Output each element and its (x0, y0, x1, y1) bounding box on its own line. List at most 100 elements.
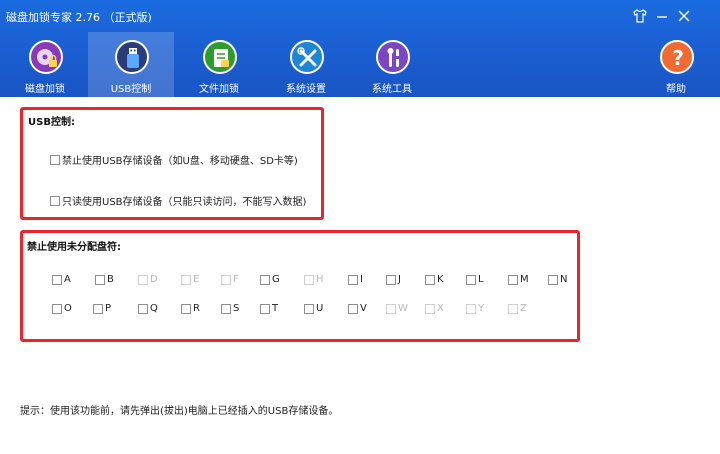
drive-checkbox[interactable] (221, 303, 231, 314)
close-icon[interactable] (676, 8, 692, 24)
drive-letter-label: A (64, 274, 71, 285)
drive-checkbox (138, 274, 148, 285)
tools-icon (290, 40, 324, 74)
drive-option-q[interactable]: Q (138, 303, 158, 314)
drive-section-title: 禁止使用未分配盘符: (27, 242, 121, 253)
drive-letter-label: V (360, 303, 367, 314)
drive-option-j[interactable]: J (386, 274, 401, 285)
drive-checkbox (221, 274, 231, 285)
drive-option-w: W (386, 303, 408, 314)
drive-option-k[interactable]: K (425, 274, 444, 285)
drive-checkbox[interactable] (52, 303, 62, 314)
shirt-icon[interactable] (632, 8, 648, 24)
drive-letter-label: N (560, 274, 568, 285)
nav-system-tools[interactable]: 系统工具 (349, 32, 435, 97)
drive-checkbox[interactable] (181, 303, 191, 314)
drive-checkbox[interactable] (466, 274, 476, 285)
drive-letter-label: W (398, 303, 408, 314)
drive-option-f: F (221, 274, 239, 285)
nav-usb-control[interactable]: USB控制 (88, 32, 174, 97)
drive-letter-label: P (105, 303, 112, 314)
drive-option-s[interactable]: S (221, 303, 239, 314)
drive-checkbox[interactable] (386, 274, 396, 285)
drive-checkbox[interactable] (52, 274, 62, 285)
drive-checkbox[interactable] (508, 274, 518, 285)
usb-block-option[interactable]: 禁止使用USB存储设备（如U盘、移动硬盘、SD卡等) (50, 152, 298, 167)
drive-letter-label: B (107, 274, 114, 285)
drive-checkbox[interactable] (260, 274, 270, 285)
drive-letter-label: O (64, 303, 72, 314)
nav-help[interactable]: ? 帮助 (633, 32, 719, 97)
drive-option-e: E (181, 274, 199, 285)
drive-checkbox[interactable] (348, 274, 358, 285)
usb-readonly-option[interactable]: 只读使用USB存储设备（只能只读访问，不能写入数据) (50, 193, 306, 208)
drive-letter-label: L (478, 274, 484, 285)
drive-letter-label: J (398, 274, 401, 285)
drive-letter-label: E (193, 274, 200, 285)
file-lock-icon (203, 40, 237, 74)
drive-checkbox[interactable] (548, 274, 558, 285)
drive-letter-label: T (272, 303, 279, 314)
drive-letter-label: I (360, 274, 363, 285)
drive-option-p[interactable]: P (93, 303, 111, 314)
drive-checkbox (304, 274, 314, 285)
nav-label: 文件加锁 (199, 84, 239, 95)
drive-option-b[interactable]: B (95, 274, 114, 285)
drive-letter-label: R (193, 303, 200, 314)
window-title: 磁盘加锁专家 2.76 （正式版) (6, 11, 152, 24)
drive-checkbox[interactable] (304, 303, 314, 314)
drive-checkbox[interactable] (425, 274, 435, 285)
drive-option-i[interactable]: I (348, 274, 363, 285)
drive-letter-label: Q (150, 303, 158, 314)
drive-letter-label: X (437, 303, 444, 314)
drive-checkbox[interactable] (260, 303, 270, 314)
nav-label: USB控制 (110, 84, 152, 95)
drive-letter-label: F (233, 274, 239, 285)
drive-option-n[interactable]: N (548, 274, 567, 285)
drive-checkbox (466, 303, 476, 314)
drive-checkbox (508, 303, 518, 314)
drive-checkbox[interactable] (138, 303, 148, 314)
nav-label: 系统设置 (286, 84, 326, 95)
drive-option-a[interactable]: A (52, 274, 71, 285)
drive-letter-label: K (437, 274, 444, 285)
drive-option-g[interactable]: G (260, 274, 280, 285)
drive-letter-label: Z (520, 303, 527, 314)
usb-block-label: 禁止使用USB存储设备（如U盘、移动硬盘、SD卡等) (62, 156, 298, 167)
nav-label: 系统工具 (372, 84, 412, 95)
drive-option-y: Y (466, 303, 484, 314)
drive-option-l[interactable]: L (466, 274, 484, 285)
usb-block-checkbox[interactable] (50, 154, 60, 165)
app-header: 磁盘加锁专家 2.76 （正式版) 磁盘加锁 USB控制 文件加锁 系统设置 系… (0, 0, 720, 97)
drive-option-m[interactable]: M (508, 274, 529, 285)
disk-lock-icon (29, 40, 63, 74)
usb-section-title: USB控制: (28, 117, 75, 128)
drive-checkbox (181, 274, 191, 285)
drive-letter-label: D (150, 274, 158, 285)
drive-option-d: D (138, 274, 158, 285)
drive-option-o[interactable]: O (52, 303, 72, 314)
toolbox-icon (376, 40, 410, 74)
usb-readonly-label: 只读使用USB存储设备（只能只读访问，不能写入数据) (62, 197, 307, 208)
drive-option-r[interactable]: R (181, 303, 200, 314)
usb-icon (115, 40, 149, 74)
drive-checkbox (425, 303, 435, 314)
nav-label: 帮助 (666, 84, 686, 95)
drive-option-u[interactable]: U (304, 303, 323, 314)
minimize-icon[interactable] (654, 8, 670, 24)
drive-letter-label: G (272, 274, 280, 285)
help-icon: ? (660, 40, 694, 74)
nav-file-lock[interactable]: 文件加锁 (176, 32, 262, 97)
drive-checkbox[interactable] (95, 274, 105, 285)
drive-letter-label: H (316, 274, 324, 285)
drive-checkbox[interactable] (93, 303, 103, 314)
drive-option-v[interactable]: V (348, 303, 367, 314)
drive-option-x: X (425, 303, 444, 314)
nav-disk-lock[interactable]: 磁盘加锁 (2, 32, 88, 97)
drive-checkbox[interactable] (348, 303, 358, 314)
svg-text:?: ? (672, 46, 684, 70)
nav-label: 磁盘加锁 (25, 84, 65, 95)
nav-system-settings[interactable]: 系统设置 (263, 32, 349, 97)
drive-option-t[interactable]: T (260, 303, 278, 314)
usb-readonly-checkbox[interactable] (50, 195, 60, 206)
